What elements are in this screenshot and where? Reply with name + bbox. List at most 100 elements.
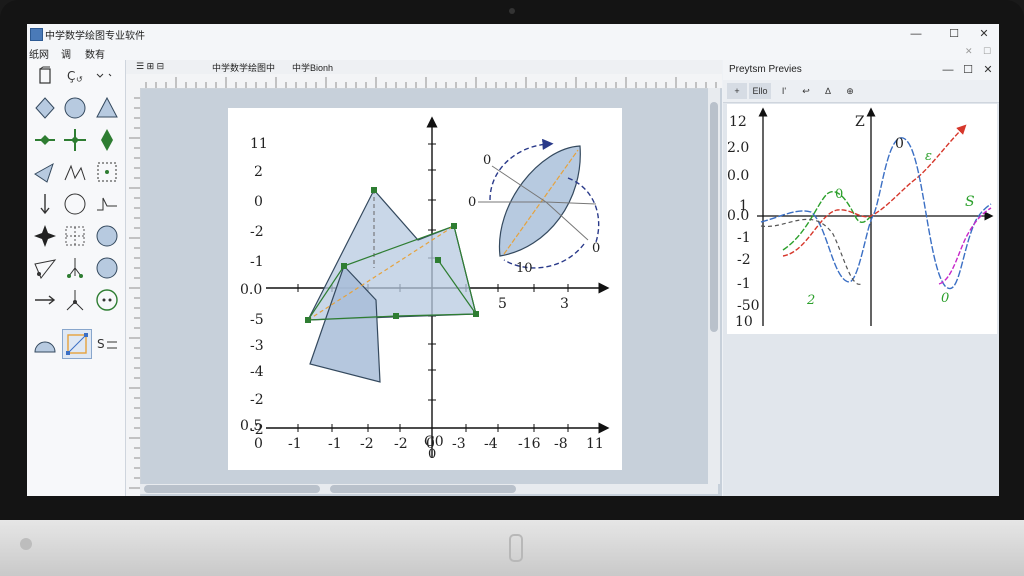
tab-main-doc[interactable]: 中学数学绘图中	[212, 61, 275, 74]
diamond-tool-icon[interactable]	[93, 126, 121, 154]
preview-y-tick-label: 10	[735, 314, 753, 330]
window-title: 中学数学绘图专业软件	[45, 31, 145, 42]
close-button[interactable]: ✕	[973, 26, 995, 42]
chevron-tool-icon[interactable]	[89, 62, 117, 90]
preview-ello-button[interactable]: Ello	[749, 83, 771, 99]
ellipse-label-2: 0	[468, 195, 476, 210]
branch-tool-icon[interactable]	[61, 286, 89, 314]
magenta-curve	[938, 207, 992, 285]
transform-tool-icon[interactable]: S	[93, 330, 121, 358]
triangle-outline-tool-icon[interactable]	[31, 254, 59, 282]
circle-outline-tool-icon[interactable]	[61, 190, 89, 218]
preview-text-button[interactable]: Ӏ'	[775, 83, 793, 99]
preview-add-button[interactable]: +	[727, 83, 747, 99]
svg-text:S: S	[97, 337, 105, 351]
menu-edit[interactable]: 调	[61, 46, 71, 61]
select-tool-icon[interactable]	[31, 62, 59, 90]
semicircle-tool-icon[interactable]	[31, 330, 59, 358]
x-tick-label: -2	[360, 436, 374, 452]
y-tick-label: -2	[250, 392, 264, 408]
horizontal-scroll-thumb[interactable]	[144, 485, 320, 493]
y-tick-label: 0.0	[240, 282, 262, 298]
y-tick-label: -4	[250, 364, 264, 380]
preview-canvas: 122.00.010.0-1-2-1-5010 Z 0 0 ε S 2 0	[727, 107, 994, 330]
preview-maximize-button[interactable]: ☐	[957, 62, 979, 78]
preview-bottom-left-label: 2	[806, 293, 815, 308]
triangle-tool-icon[interactable]	[93, 94, 121, 122]
parallelogram-tool-icon[interactable]	[31, 158, 59, 186]
angle-tool-icon[interactable]	[61, 158, 89, 186]
y-tick-label: -1	[250, 254, 264, 270]
lens-shape	[498, 145, 581, 257]
x-tick-label: 0	[254, 436, 263, 452]
preview-panel: Preytsm Previes — ☐ ✕ + Ello Ӏ' ↩ ∆ ⊕ 12…	[723, 60, 999, 496]
preview-header: Preytsm Previes — ☐ ✕	[723, 60, 999, 80]
tab-second-doc[interactable]: 中学Bionh	[292, 61, 333, 74]
preview-y-tick-label: -1	[737, 230, 751, 246]
main-geometry-canvas: 1120-2-10.0-5-3-4-2-20.5 0 -1 -1 -2 -2 0 -3 -4-…	[240, 116, 610, 462]
horizontal-scrollbar[interactable]	[140, 484, 718, 494]
dotted-box-tool-icon[interactable]	[93, 158, 121, 186]
preview-top-label: 0	[895, 136, 904, 152]
svg-text:↺: ↺	[76, 75, 83, 84]
menu-bar: 纸网 调 数有 ✕ ☐	[27, 44, 999, 61]
point-tool-icon[interactable]: Ç ↺	[61, 62, 89, 90]
maximize-button[interactable]: ☐	[943, 26, 965, 42]
circle-tool-2-icon[interactable]	[93, 254, 121, 282]
menu-file[interactable]: 纸网	[29, 46, 49, 61]
preview-y-tick-label: -2	[737, 252, 751, 268]
horizontal-scroll-thumb-2[interactable]	[330, 485, 516, 493]
preview-minimize-button[interactable]: —	[937, 62, 959, 78]
power-indicator	[20, 538, 32, 550]
mini-restore-icon[interactable]: ☐	[983, 46, 991, 57]
tool-panel: Ç ↺ S	[27, 60, 126, 496]
step-tool-icon[interactable]	[93, 190, 121, 218]
ellipse-label-1: 0	[483, 153, 491, 168]
document-area: ☰ ⊞ ⊟ 中学数学绘图中 中学Bionh 11 2 0 -2 -1 0.0 -…	[126, 60, 722, 496]
x-label-5: 5	[498, 296, 507, 312]
mini-close-icon[interactable]: ✕	[965, 46, 973, 57]
preview-close-button[interactable]: ✕	[977, 62, 999, 78]
minimize-button[interactable]: —	[905, 26, 927, 42]
title-bar: 中学数学绘图专业软件 — ☐ ✕	[27, 24, 999, 45]
crop-tool-icon[interactable]	[62, 329, 92, 359]
down-arrow-tool-icon[interactable]	[31, 190, 59, 218]
svg-text:Ç: Ç	[67, 69, 75, 83]
vertical-scroll-thumb[interactable]	[710, 102, 718, 332]
arrow-diamond-tool-icon[interactable]	[31, 126, 59, 154]
y-tick-label: -2	[250, 224, 264, 240]
preview-undo-button[interactable]: ↩	[797, 83, 815, 99]
x-tick-label: -16	[518, 436, 541, 452]
gray-curve	[760, 218, 862, 285]
preview-delta-button[interactable]: ∆	[819, 83, 837, 99]
cross-tool-icon[interactable]	[61, 126, 89, 154]
menu-view[interactable]: 数有	[85, 46, 105, 61]
vertical-ruler	[126, 88, 141, 496]
horizontal-ruler	[126, 74, 722, 89]
monitor-chin	[0, 520, 1024, 576]
preview-green-label: 0	[835, 187, 843, 202]
preview-y-tick-label: -1	[737, 276, 751, 292]
y-tick-label: -3	[250, 338, 264, 354]
preview-y-tick-label: 12	[729, 114, 747, 130]
circle-tool-icon[interactable]	[61, 94, 89, 122]
preview-y-tick-label: 0.0	[727, 208, 749, 224]
drawing-page[interactable]: 11 2 0 -2 -1 0.0 -5 -3 -4 -2 -2 0.5 0 -1 -1 -2 -2 0 -3 -4-…	[228, 108, 622, 470]
preview-y-tick-label: 2.0	[727, 140, 749, 156]
filled-circle-tool-icon[interactable]	[93, 222, 121, 250]
star-tool-icon[interactable]	[31, 222, 59, 250]
preview-red-label: ε	[925, 149, 932, 164]
scatter-tool-icon[interactable]	[61, 254, 89, 282]
dotted-circle-tool-icon[interactable]	[93, 286, 121, 314]
x-label-3: 3	[560, 296, 569, 312]
ellipse-label-3: 0	[592, 241, 600, 256]
rhombus-tool-icon[interactable]	[31, 94, 59, 122]
vertical-scrollbar[interactable]	[708, 88, 720, 484]
x-tick-label: -4	[484, 436, 498, 452]
tab-toolbar-icons[interactable]: ☰ ⊞ ⊟	[136, 61, 164, 72]
right-arrow-tool-icon[interactable]	[31, 286, 59, 314]
preview-globe-button[interactable]: ⊕	[841, 83, 859, 99]
dashed-grid-tool-icon[interactable]	[61, 222, 89, 250]
preview-graph[interactable]: 12 2.0 0.0 1 0.0 -1 -2 -1 -50 10 Z 0 0 ε S 2 0	[727, 104, 997, 334]
x-tick-label: -3	[452, 436, 466, 452]
